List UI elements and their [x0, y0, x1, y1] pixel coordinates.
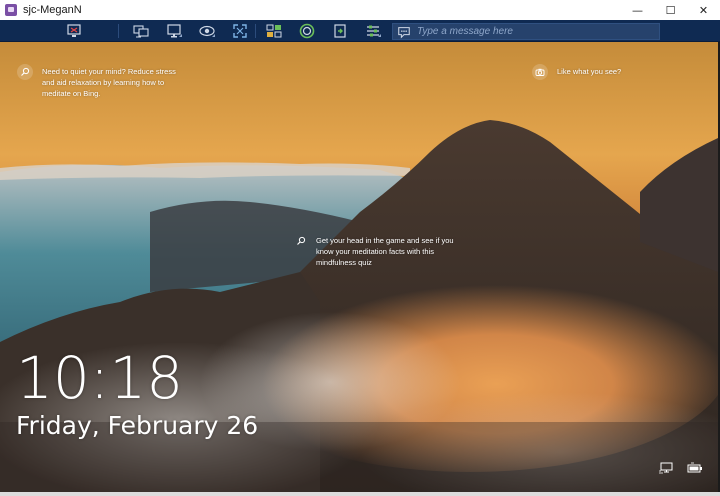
lockscreen-tip-left[interactable]: Need to quiet your mind? Reduce stress a…: [42, 66, 182, 99]
switch-monitor-icon[interactable]: [133, 23, 149, 39]
lockscreen-tip-right[interactable]: Like what you see?: [557, 66, 677, 77]
chat-message-box[interactable]: [392, 23, 660, 40]
remote-desktop-icon[interactable]: [66, 23, 82, 39]
camera-icon[interactable]: [532, 64, 548, 80]
lockscreen-tip-center[interactable]: Get your head in the game and see if you…: [316, 235, 458, 268]
display-settings-icon[interactable]: [166, 23, 182, 39]
file-transfer-icon[interactable]: [266, 23, 282, 39]
search-icon[interactable]: [293, 233, 309, 249]
battery-icon[interactable]: [687, 461, 703, 473]
app-icon: [5, 4, 17, 16]
maximize-button[interactable]: ☐: [654, 0, 687, 20]
chat-icon: [398, 26, 410, 39]
lockscreen-time: 10:18: [16, 344, 184, 412]
system-tools-icon[interactable]: [365, 23, 381, 39]
search-icon[interactable]: [17, 64, 33, 80]
clipboard-transfer-icon[interactable]: [332, 23, 348, 39]
close-button[interactable]: ✕: [687, 0, 720, 20]
lockscreen-date: Friday, February 26: [16, 411, 259, 440]
network-icon[interactable]: [659, 461, 675, 474]
view-only-icon[interactable]: [199, 23, 215, 39]
record-session-icon[interactable]: [299, 23, 315, 39]
window-controls: — ☐ ✕: [621, 0, 720, 20]
window-titlebar: sjc-MeganN — ☐ ✕: [0, 0, 720, 20]
window-border: [0, 492, 720, 496]
fit-to-window-icon[interactable]: [232, 23, 248, 39]
minimize-button[interactable]: —: [621, 0, 654, 20]
chat-message-input[interactable]: [417, 26, 647, 37]
window-title: sjc-MeganN: [23, 4, 82, 16]
lock-screen[interactable]: Need to quiet your mind? Reduce stress a…: [0, 42, 718, 492]
